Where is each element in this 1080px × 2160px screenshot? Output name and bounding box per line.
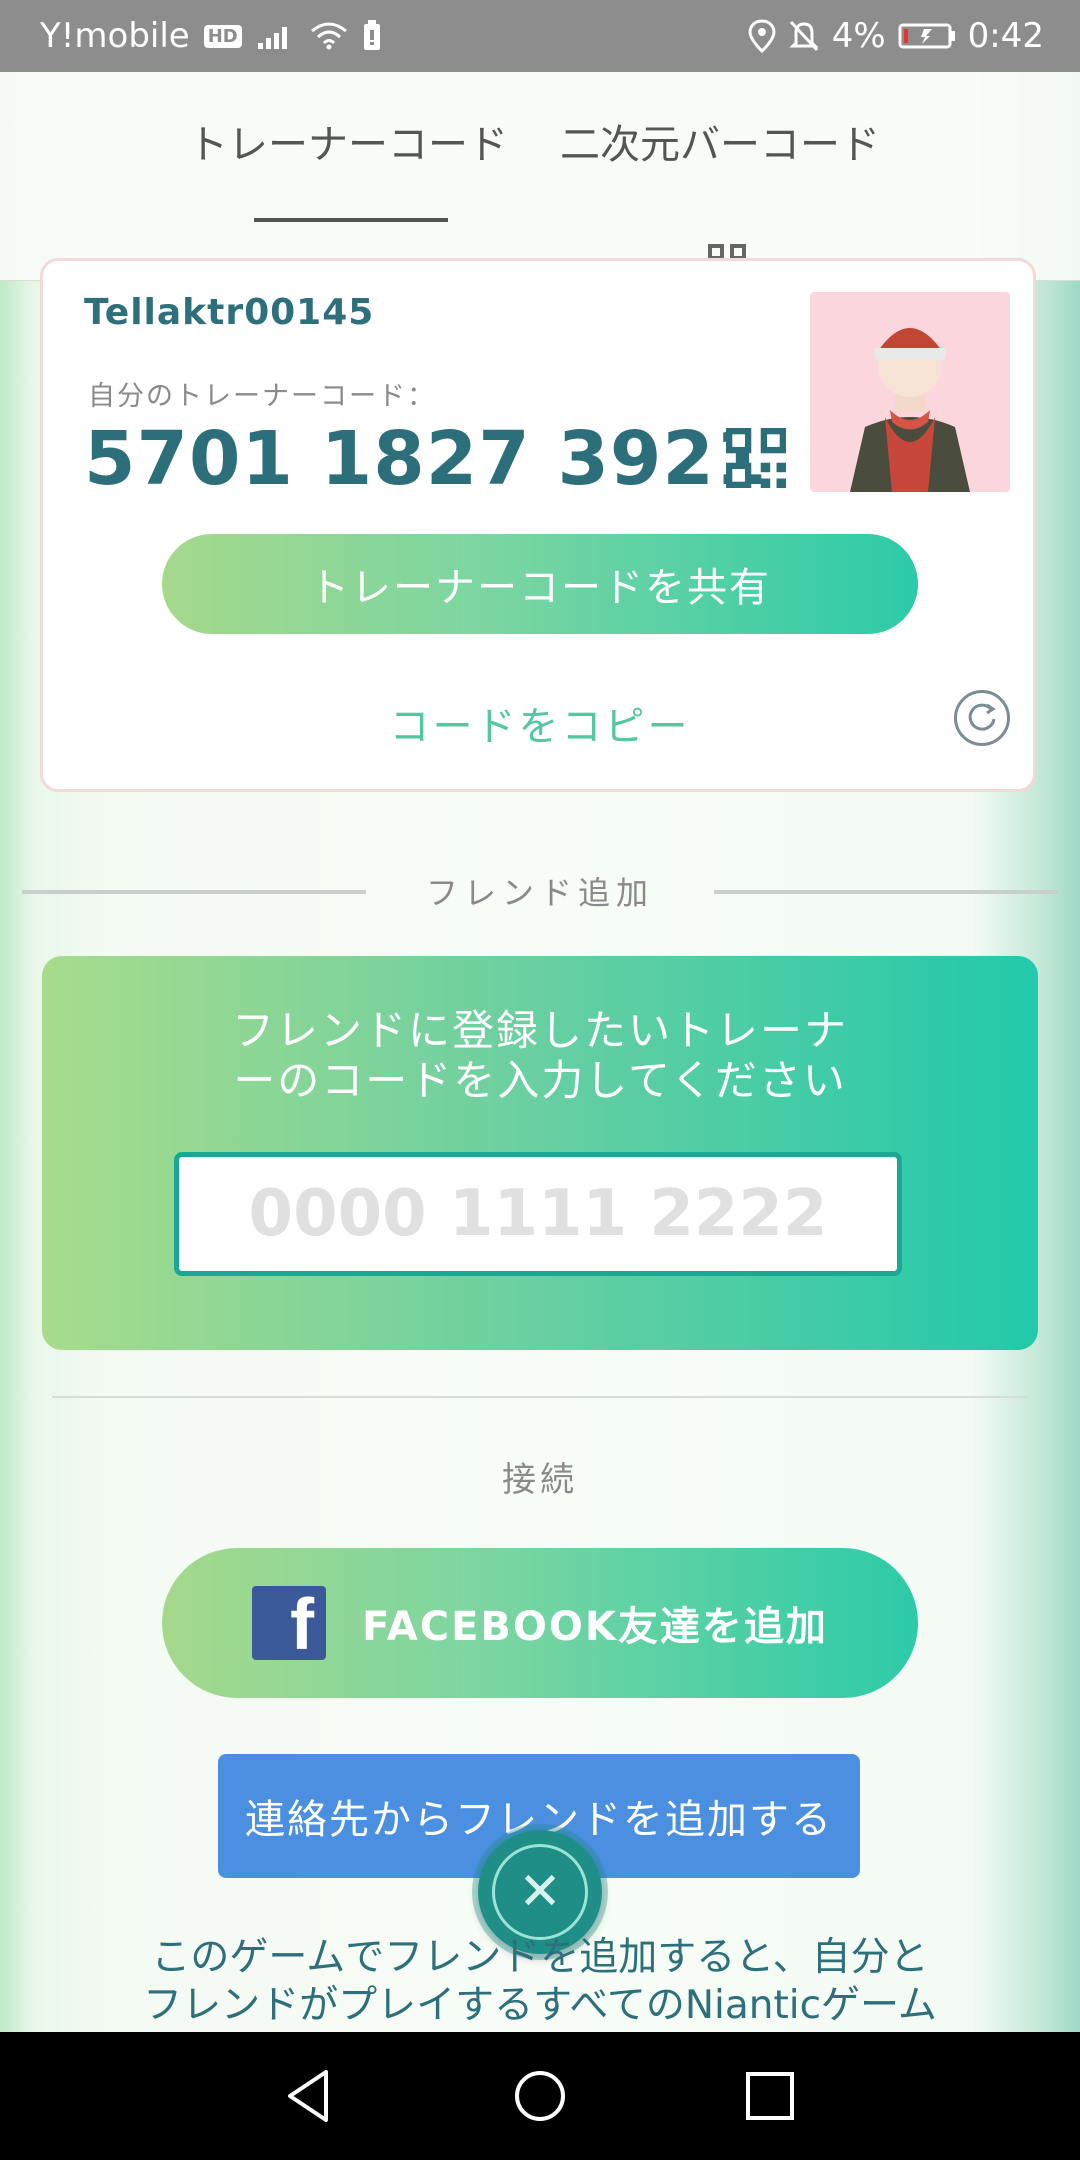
add-friend-prompt: フレンドに登録したいトレーナ ーのコードを入力してください [0, 1006, 1080, 1106]
nav-back-icon[interactable] [282, 2066, 336, 2126]
nav-home-icon[interactable] [512, 2066, 568, 2126]
status-bar: Y!mobile HD 4% 0:42 [0, 0, 1080, 72]
info-text: このゲームでフレンドを追加すると、自分と フレンドがプレイするすべてのNiant… [0, 1934, 1080, 2030]
signal-icon [257, 27, 287, 49]
trainer-code-label: 自分のトレーナーコード： [88, 381, 436, 412]
divider-connect [52, 1396, 1028, 1398]
info-text-line1: このゲームでフレンドを追加すると、自分と [151, 1935, 929, 1980]
location-icon [748, 19, 776, 53]
info-text-line2: フレンドがプレイするすべてのNianticゲーム [143, 1983, 937, 2028]
facebook-add-button[interactable]: f FACEBOOK友達を追加 [162, 1548, 918, 1698]
trainer-username: Tellaktr00145 [84, 292, 375, 333]
battery-icon [898, 23, 955, 49]
share-trainer-code-button[interactable]: トレーナーコードを共有 [162, 534, 918, 634]
tab-bar: トレーナーコード 二次元バーコード [0, 72, 1080, 282]
nav-recents-icon[interactable] [744, 2066, 796, 2126]
facebook-icon: f [252, 1585, 327, 1665]
battery-notification-icon [363, 20, 380, 50]
qr-code-icon[interactable] [726, 428, 786, 488]
trainer-avatar-image [850, 328, 970, 492]
wifi-icon [310, 22, 347, 50]
trainer-code-value: 5701 1827 3921 [84, 416, 768, 502]
battery-percent: 4% [831, 16, 886, 56]
section-title-add-friend: フレンド追加 [425, 874, 654, 912]
close-icon: ✕ [492, 1844, 588, 1940]
carrier-name: Y!mobile [40, 16, 190, 56]
copy-code-button[interactable]: コードをコピー [0, 694, 1080, 752]
tab-qr-code[interactable]: 二次元バーコード [560, 112, 880, 170]
add-friend-prompt-line1: フレンドに登録したいトレーナ [231, 1006, 848, 1055]
hd-badge: HD [203, 24, 242, 48]
navigation-bar [0, 2032, 1080, 2160]
selected-tab-indicator [254, 218, 448, 222]
clock: 0:42 [967, 16, 1044, 56]
section-title-connect: 接続 [502, 1460, 578, 1500]
trainer-avatar [810, 292, 1010, 492]
facebook-add-label: FACEBOOK友達を追加 [362, 1604, 828, 1650]
friend-code-input[interactable] [174, 1152, 902, 1276]
mute-bell-icon [789, 20, 819, 52]
tab-trainer-code[interactable]: トレーナーコード [188, 112, 508, 170]
refresh-icon[interactable] [954, 690, 1010, 746]
add-friend-prompt-line2: ーのコードを入力してください [233, 1056, 847, 1105]
